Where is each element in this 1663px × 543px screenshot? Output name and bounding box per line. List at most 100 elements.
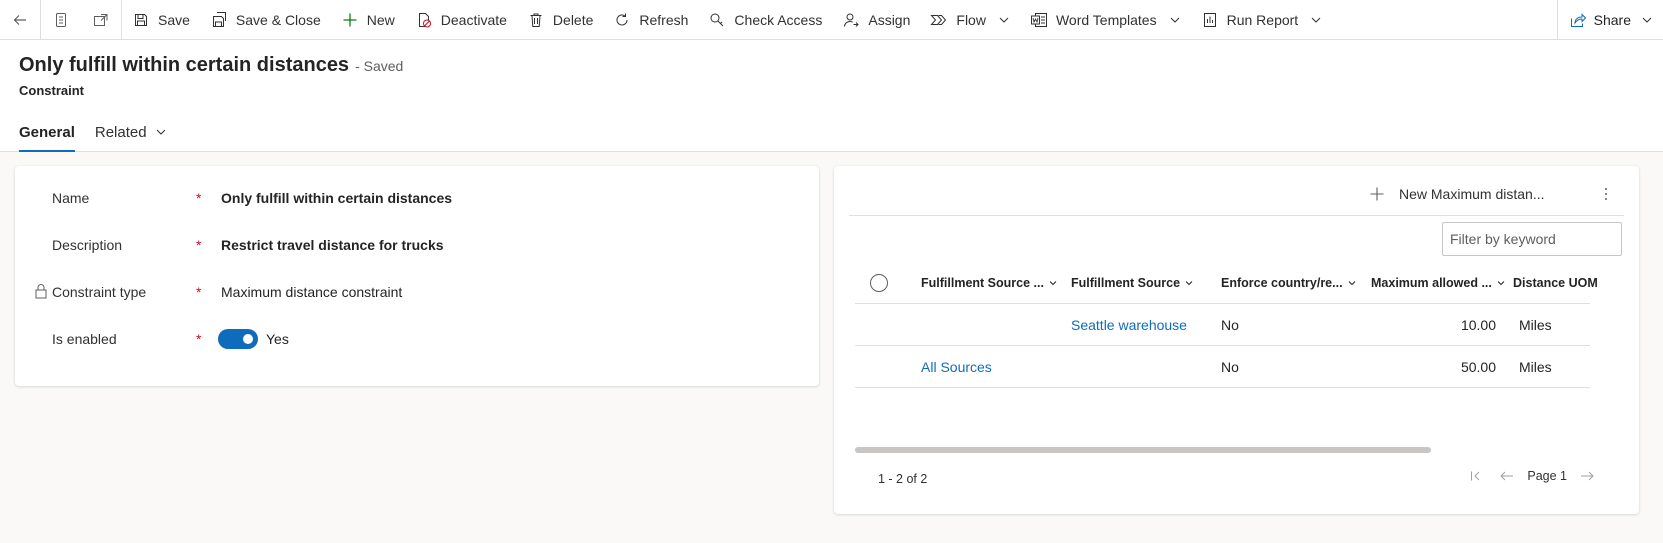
previous-page-icon[interactable] — [1499, 469, 1515, 483]
word-templates-button[interactable]: Word Templates — [1020, 0, 1191, 40]
tab-general[interactable]: General — [19, 112, 75, 152]
refresh-button[interactable]: Refresh — [603, 0, 698, 40]
name-input[interactable]: Only fulfill within certain distances — [221, 190, 452, 206]
field-label: Constraint type — [52, 284, 147, 300]
open-new-window-button[interactable] — [81, 0, 121, 40]
chevron-down-icon — [998, 14, 1010, 26]
required-indicator: * — [196, 237, 202, 253]
save-status: - Saved — [355, 58, 404, 74]
deactivate-icon — [415, 11, 433, 29]
subgrid-toolbar: New Maximum distan... — [849, 176, 1624, 216]
uom-cell: Miles — [1519, 359, 1552, 375]
delete-button[interactable]: Delete — [517, 0, 603, 40]
chevron-down-icon — [1310, 14, 1322, 26]
constraint-type-value: Maximum distance constraint — [221, 284, 403, 300]
tab-related[interactable]: Related — [95, 112, 167, 152]
record-icon — [56, 12, 66, 27]
max-distance-cell: 10.00 — [1460, 317, 1496, 333]
select-all-checkbox[interactable] — [870, 274, 888, 292]
is-enabled-toggle[interactable] — [218, 329, 258, 349]
chevron-down-icon — [155, 126, 167, 138]
column-header[interactable]: Fulfillment Source ... — [921, 262, 1058, 304]
plus-icon — [341, 11, 359, 29]
required-indicator: * — [196, 190, 202, 206]
page-label: Page 1 — [1527, 469, 1567, 483]
delete-label: Delete — [552, 11, 594, 28]
field-label: Description — [52, 237, 123, 253]
uom-cell: Miles — [1519, 317, 1552, 333]
assign-button[interactable]: Assign — [832, 0, 920, 40]
field-label: Is enabled — [52, 331, 117, 347]
back-button[interactable] — [0, 0, 40, 40]
check-access-label: Check Access — [734, 11, 823, 28]
save-close-button[interactable]: Save & Close — [200, 0, 331, 40]
deactivate-button[interactable]: Deactivate — [405, 0, 517, 40]
fulfillment-source-link[interactable]: Seattle warehouse — [1071, 304, 1187, 346]
chevron-down-icon — [1347, 278, 1357, 288]
key-search-icon — [708, 11, 726, 29]
grid-header-row: Fulfillment Source ... Fulfillment Sourc… — [855, 262, 1598, 304]
record-count: 1 - 2 of 2 — [878, 472, 928, 486]
save-close-label: Save & Close — [235, 11, 321, 28]
table-row[interactable]: All Sources No 50.00 Miles — [855, 346, 1590, 388]
title-row: Only fulfill within certain distances - … — [19, 54, 403, 77]
column-header-label: Fulfillment Source ... — [921, 276, 1044, 290]
toggle-state-label: Yes — [266, 331, 289, 347]
column-header[interactable]: Distance UOM — [1513, 262, 1598, 304]
flow-icon — [930, 11, 948, 29]
column-header[interactable]: Enforce country/re... — [1221, 262, 1357, 304]
tab-list: General Related — [19, 112, 187, 152]
open-new-window-icon — [94, 13, 108, 26]
new-label: New — [366, 11, 395, 28]
back-arrow-icon — [13, 14, 26, 25]
more-commands-icon[interactable] — [1598, 184, 1614, 207]
record-set-button[interactable] — [41, 0, 81, 40]
page-title: Only fulfill within certain distances — [19, 54, 350, 76]
tab-related-label: Related — [94, 123, 147, 141]
run-report-label: Run Report — [1226, 11, 1299, 28]
next-page-icon[interactable] — [1579, 469, 1595, 483]
column-header-label: Enforce country/re... — [1221, 276, 1343, 290]
field-label: Name — [52, 190, 90, 206]
word-templates-label: Word Templates — [1055, 11, 1157, 28]
trash-icon — [527, 11, 545, 29]
column-header[interactable]: Maximum allowed ... — [1371, 262, 1506, 304]
refresh-label: Refresh — [639, 11, 689, 28]
share-button[interactable]: Share — [1556, 0, 1663, 40]
filter-input[interactable] — [1442, 222, 1622, 256]
flow-button[interactable]: Flow — [920, 0, 1020, 40]
pagination: Page 1 — [1461, 469, 1603, 483]
enforce-cell: No — [1221, 359, 1239, 375]
check-access-button[interactable]: Check Access — [698, 0, 832, 40]
save-close-icon — [210, 11, 228, 29]
chevron-down-icon — [1496, 278, 1506, 288]
word-icon — [1030, 11, 1048, 29]
name-field: Name * Only fulfill within certain dista… — [15, 183, 819, 213]
required-indicator: * — [196, 284, 202, 300]
horizontal-scrollbar[interactable] — [855, 447, 1431, 453]
column-header[interactable]: Fulfillment Source — [1071, 262, 1194, 304]
tab-general-label: General — [19, 123, 75, 141]
first-page-icon[interactable] — [1469, 469, 1483, 483]
table-row[interactable]: Seattle warehouse No 10.00 Miles — [855, 304, 1590, 346]
save-label: Save — [158, 11, 190, 28]
maximum-distance-subgrid: New Maximum distan... Fulfillment Source… — [834, 166, 1639, 514]
description-input[interactable]: Restrict travel distance for trucks — [221, 237, 444, 253]
refresh-icon — [613, 11, 631, 29]
share-label: Share — [1593, 12, 1631, 28]
run-report-button[interactable]: Run Report — [1191, 0, 1333, 40]
new-maximum-distance-button[interactable]: New Maximum distan... — [1369, 186, 1544, 202]
source-group-link[interactable]: All Sources — [921, 346, 992, 388]
required-indicator: * — [196, 331, 202, 347]
lock-icon — [34, 283, 48, 302]
column-header-label: Maximum allowed ... — [1371, 276, 1492, 290]
chevron-down-icon — [1169, 14, 1181, 26]
flow-label: Flow — [956, 11, 986, 28]
column-header-label: Fulfillment Source — [1071, 276, 1181, 290]
description-field: Description * Restrict travel distance f… — [15, 230, 819, 260]
save-button[interactable]: Save — [122, 0, 200, 40]
column-header-label: Distance UOM — [1513, 276, 1598, 290]
new-button[interactable]: New — [331, 0, 405, 40]
deactivate-label: Deactivate — [440, 11, 507, 28]
max-distance-cell: 50.00 — [1460, 359, 1496, 375]
